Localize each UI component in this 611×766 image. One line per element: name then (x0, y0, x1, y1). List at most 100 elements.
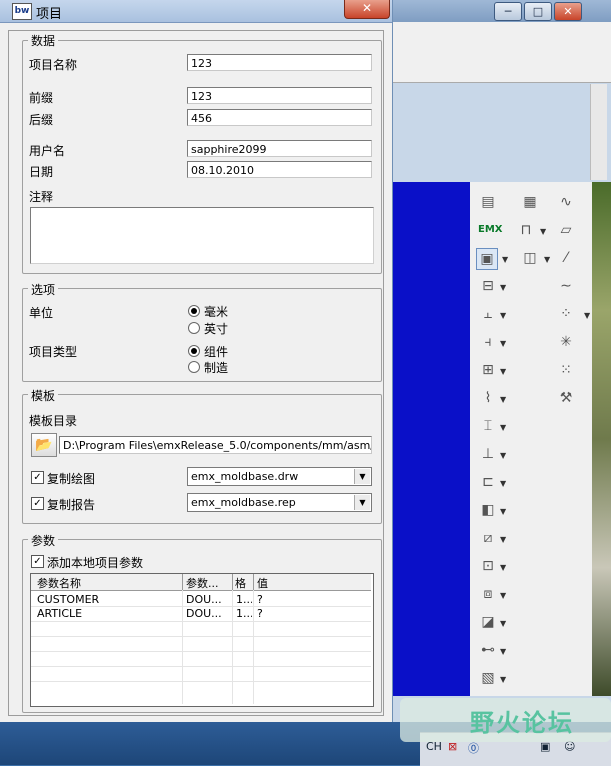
sprue-icon[interactable]: ⧈ (478, 584, 498, 604)
chevron-down-icon[interactable]: ▼ (502, 255, 508, 264)
chevron-down-icon[interactable]: ▼ (500, 451, 506, 460)
browse-folder-button[interactable]: 📂 (31, 433, 57, 457)
plane-icon[interactable]: ▱ (556, 220, 576, 240)
copy-report-value: emx_moldbase.rep (191, 496, 296, 509)
block-icon[interactable]: ◧ (478, 500, 498, 520)
chevron-down-icon[interactable]: ▼ (500, 591, 506, 600)
param-name-cell[interactable]: CUSTOMER (37, 593, 177, 606)
copy-report-select[interactable]: emx_moldbase.rep ▼ (187, 493, 372, 512)
chevron-down-icon[interactable]: ▼ (354, 469, 370, 484)
emx-icon[interactable]: EMX (478, 220, 503, 240)
copy-drawing-select[interactable]: emx_moldbase.drw ▼ (187, 467, 372, 486)
slider-icon[interactable]: ⊥ (478, 444, 498, 464)
star-icon[interactable]: ✳ (556, 332, 576, 352)
spline-icon[interactable]: ∼ (556, 276, 576, 296)
param-format-cell[interactable]: 1... (236, 593, 252, 606)
chevron-down-icon[interactable]: ▼ (500, 395, 506, 404)
chevron-down-icon[interactable]: ▼ (500, 619, 506, 628)
project-name-input[interactable]: 123 (187, 54, 372, 71)
type-manufacturing-radio[interactable] (188, 361, 200, 373)
unit-inch-radio[interactable] (188, 322, 200, 334)
chevron-down-icon[interactable]: ▼ (500, 563, 506, 572)
param-type-cell[interactable]: DOU... (186, 593, 230, 606)
chevron-down-icon[interactable]: ▼ (540, 227, 546, 236)
chevron-down-icon[interactable]: ▼ (354, 495, 370, 510)
column-header-type[interactable]: 参数... (186, 575, 230, 591)
prefix-input[interactable]: 123 (187, 87, 372, 104)
column-divider[interactable] (232, 574, 233, 590)
params-table[interactable]: 参数名称 参数... 格 值 CUSTOMER DOU... 1... ? AR… (30, 573, 374, 707)
unit-mm-radio[interactable] (188, 305, 200, 317)
drawing-icon[interactable]: ▦ (520, 192, 540, 212)
username-input[interactable]: sapphire2099 (187, 140, 372, 157)
component-icon[interactable]: ⊓ (516, 220, 536, 240)
chevron-down-icon[interactable]: ▼ (500, 423, 506, 432)
column-header-name[interactable]: 参数名称 (37, 575, 177, 591)
insert-icon[interactable]: ◫ (520, 248, 540, 268)
options-group (22, 288, 382, 382)
type-manufacturing-label[interactable]: 制造 (204, 359, 228, 376)
date-input[interactable]: 08.10.2010 (187, 161, 372, 178)
gate-icon[interactable]: ⊡ (478, 556, 498, 576)
background-close-button[interactable]: ✕ (554, 2, 582, 21)
chevron-down-icon[interactable]: ▼ (500, 647, 506, 656)
maximize-button[interactable]: □ (524, 2, 552, 21)
type-assembly-label[interactable]: 组件 (204, 343, 228, 360)
chevron-down-icon[interactable]: ▼ (500, 675, 506, 684)
options-group-title: 选项 (28, 281, 59, 298)
points-icon[interactable]: ⁘ (556, 304, 576, 324)
scrollbar[interactable] (590, 84, 607, 180)
axis-icon[interactable]: ⁄ (556, 248, 576, 268)
chevron-down-icon[interactable]: ▼ (500, 479, 506, 488)
column-divider[interactable] (253, 574, 254, 590)
wrench-icon[interactable]: ⚒ (556, 388, 576, 408)
column-header-value[interactable]: 值 (257, 575, 357, 591)
screw-icon[interactable]: ⫠ (478, 304, 498, 324)
curve-icon[interactable]: ∿ (556, 192, 576, 212)
param-value-cell[interactable]: ? (257, 607, 357, 620)
column-header-format[interactable]: 格 (235, 575, 253, 591)
chevron-down-icon[interactable]: ▼ (500, 339, 506, 348)
dialog-titlebar[interactable]: bw 项目 ✕ (0, 0, 392, 23)
chevron-down-icon[interactable]: ▼ (584, 311, 590, 320)
grid-points-icon[interactable]: ⁙ (556, 360, 576, 380)
unit-inch-label[interactable]: 英寸 (204, 320, 228, 337)
column-divider[interactable] (182, 574, 183, 590)
locating-ring-icon[interactable]: ◪ (478, 612, 498, 632)
chevron-down-icon[interactable]: ▼ (500, 311, 506, 320)
report-icon[interactable]: ▧ (478, 668, 498, 688)
close-button[interactable]: ✕ (344, 0, 390, 19)
copy-report-checkbox[interactable]: ✓ (31, 497, 44, 510)
guide-icon[interactable]: ⌇ (478, 388, 498, 408)
pin-icon[interactable]: ⫞ (478, 332, 498, 352)
param-type-cell[interactable]: DOU... (186, 607, 230, 620)
suffix-input[interactable]: 456 (187, 109, 372, 126)
notes-textarea[interactable] (30, 207, 374, 264)
param-value-cell[interactable]: ? (257, 593, 357, 606)
param-format-cell[interactable]: 1... (236, 607, 252, 620)
background-menu-area (392, 22, 611, 83)
chevron-down-icon[interactable]: ▼ (500, 367, 506, 376)
help-icon[interactable]: ⓪ (468, 740, 479, 756)
unit-mm-label[interactable]: 毫米 (204, 303, 228, 320)
add-local-params-checkbox[interactable]: ✓ (31, 555, 44, 568)
data-group-title: 数据 (28, 32, 59, 49)
template-dir-input[interactable]: D:\Program Files\emxRelease_5.0/componen… (59, 436, 372, 454)
ejector-icon[interactable]: ⊞ (478, 360, 498, 380)
param-name-cell[interactable]: ARTICLE (37, 607, 177, 620)
chevron-down-icon[interactable]: ▼ (544, 255, 550, 264)
type-assembly-radio[interactable] (188, 345, 200, 357)
spring-icon[interactable]: ⊷ (478, 640, 498, 660)
plate-icon[interactable]: ⊟ (478, 276, 498, 296)
copy-drawing-checkbox[interactable]: ✓ (31, 471, 44, 484)
chevron-down-icon[interactable]: ▼ (500, 535, 506, 544)
moldbase-icon[interactable]: ▤ (478, 192, 498, 212)
chevron-down-icon[interactable]: ▼ (500, 507, 506, 516)
bolt-icon[interactable]: ⌶ (478, 416, 498, 436)
minimize-button[interactable]: ─ (494, 2, 522, 21)
cooling-icon[interactable]: ⧄ (478, 528, 498, 548)
chevron-down-icon[interactable]: ▼ (500, 283, 506, 292)
lifter-icon[interactable]: ⊏ (478, 472, 498, 492)
graphics-canvas[interactable] (392, 182, 470, 696)
assembly-icon[interactable]: ▣ (476, 248, 498, 270)
